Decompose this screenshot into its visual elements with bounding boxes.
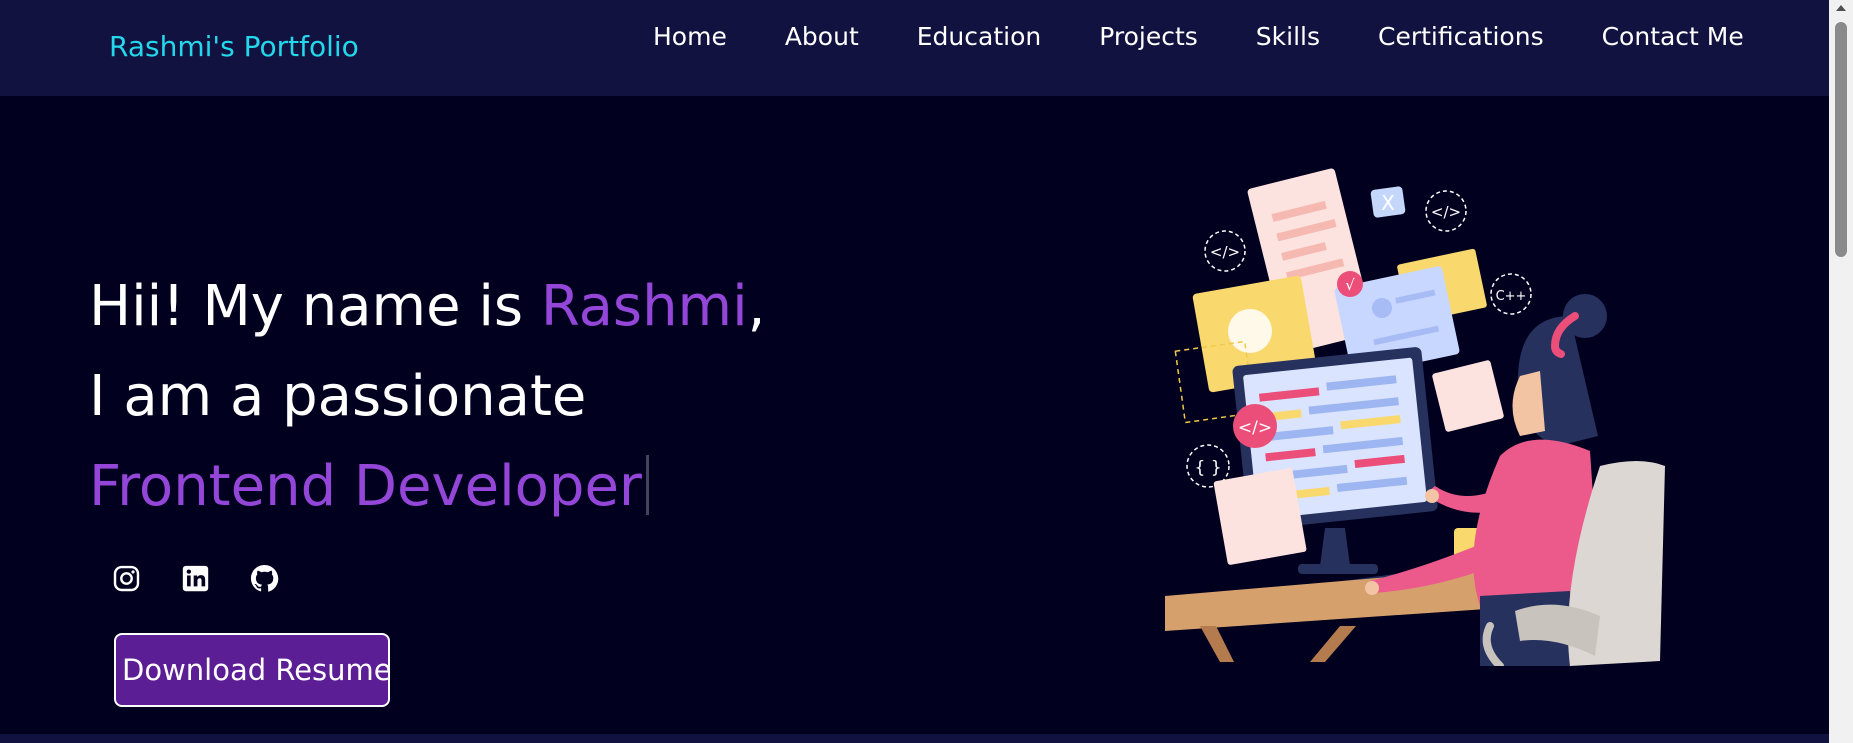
social-links bbox=[112, 564, 279, 593]
scroll-up-arrow-icon[interactable] bbox=[1836, 5, 1846, 11]
headline-comma: , bbox=[747, 274, 766, 339]
hero-headline: Hii! My name is Rashmi, I am a passionat… bbox=[89, 262, 765, 532]
vertical-scrollbar[interactable] bbox=[1829, 0, 1853, 743]
instagram-link[interactable] bbox=[112, 564, 141, 593]
hero-section: Hii! My name is Rashmi, I am a passionat… bbox=[0, 96, 1829, 734]
check-badge: √ bbox=[1337, 271, 1363, 297]
nav-item-skills[interactable]: Skills bbox=[1256, 22, 1320, 51]
code-tag-bubble-left: </> bbox=[1204, 230, 1246, 272]
code-tag-top-text: </> bbox=[1431, 203, 1461, 221]
cpp-text: C++ bbox=[1496, 289, 1527, 304]
github-link[interactable] bbox=[250, 564, 279, 593]
github-icon bbox=[250, 564, 279, 592]
code-tag-badge: </> bbox=[1233, 404, 1277, 448]
monitor-stand bbox=[1320, 528, 1350, 566]
cpp-bubble: C++ bbox=[1490, 273, 1532, 315]
next-section-edge bbox=[0, 734, 1829, 743]
x-badge-text: X bbox=[1381, 191, 1395, 215]
linkedin-icon bbox=[182, 565, 209, 592]
linkedin-link[interactable] bbox=[181, 564, 210, 593]
code-tag-bubble-top: </> bbox=[1425, 190, 1467, 232]
developer-illustration: X </> </> C++ { } √ </> bbox=[1165, 168, 1665, 666]
download-resume-button[interactable]: Download Resume bbox=[114, 633, 392, 707]
brand-logo-link[interactable]: Rashmi's Portfolio bbox=[109, 30, 359, 63]
headline-line2: I am a passionate bbox=[89, 364, 587, 429]
headline-prefix: Hii! My name is bbox=[89, 274, 541, 339]
pink-card-right bbox=[1432, 360, 1504, 432]
nav-item-home[interactable]: Home bbox=[653, 22, 727, 51]
nav-item-education[interactable]: Education bbox=[917, 22, 1041, 51]
check-text: √ bbox=[1345, 276, 1355, 294]
braces-text: { } bbox=[1194, 458, 1221, 478]
nav-item-about[interactable]: About bbox=[785, 22, 859, 51]
desk-leg-center bbox=[1310, 626, 1356, 662]
code-tag-left-text: </> bbox=[1210, 243, 1240, 261]
headline-role: Frontend Developer bbox=[89, 454, 642, 519]
headline-name: Rashmi bbox=[540, 274, 748, 339]
code-tag-badge-text: </> bbox=[1238, 418, 1272, 438]
x-badge: X bbox=[1370, 186, 1406, 218]
pink-card-left bbox=[1213, 468, 1307, 565]
nav-item-certifications[interactable]: Certifications bbox=[1378, 22, 1544, 51]
nav-item-projects[interactable]: Projects bbox=[1099, 22, 1198, 51]
typing-cursor bbox=[645, 455, 649, 515]
nav-item-contact[interactable]: Contact Me bbox=[1602, 22, 1744, 51]
monitor-base bbox=[1298, 564, 1378, 574]
cloud-shape bbox=[1228, 309, 1272, 353]
scrollbar-thumb[interactable] bbox=[1835, 22, 1847, 257]
nav-menu: Home About Education Projects Skills Cer… bbox=[653, 22, 1744, 51]
instagram-icon bbox=[113, 565, 140, 592]
navbar: Rashmi's Portfolio Home About Education … bbox=[0, 0, 1829, 96]
desk-leg-left bbox=[1200, 626, 1234, 662]
